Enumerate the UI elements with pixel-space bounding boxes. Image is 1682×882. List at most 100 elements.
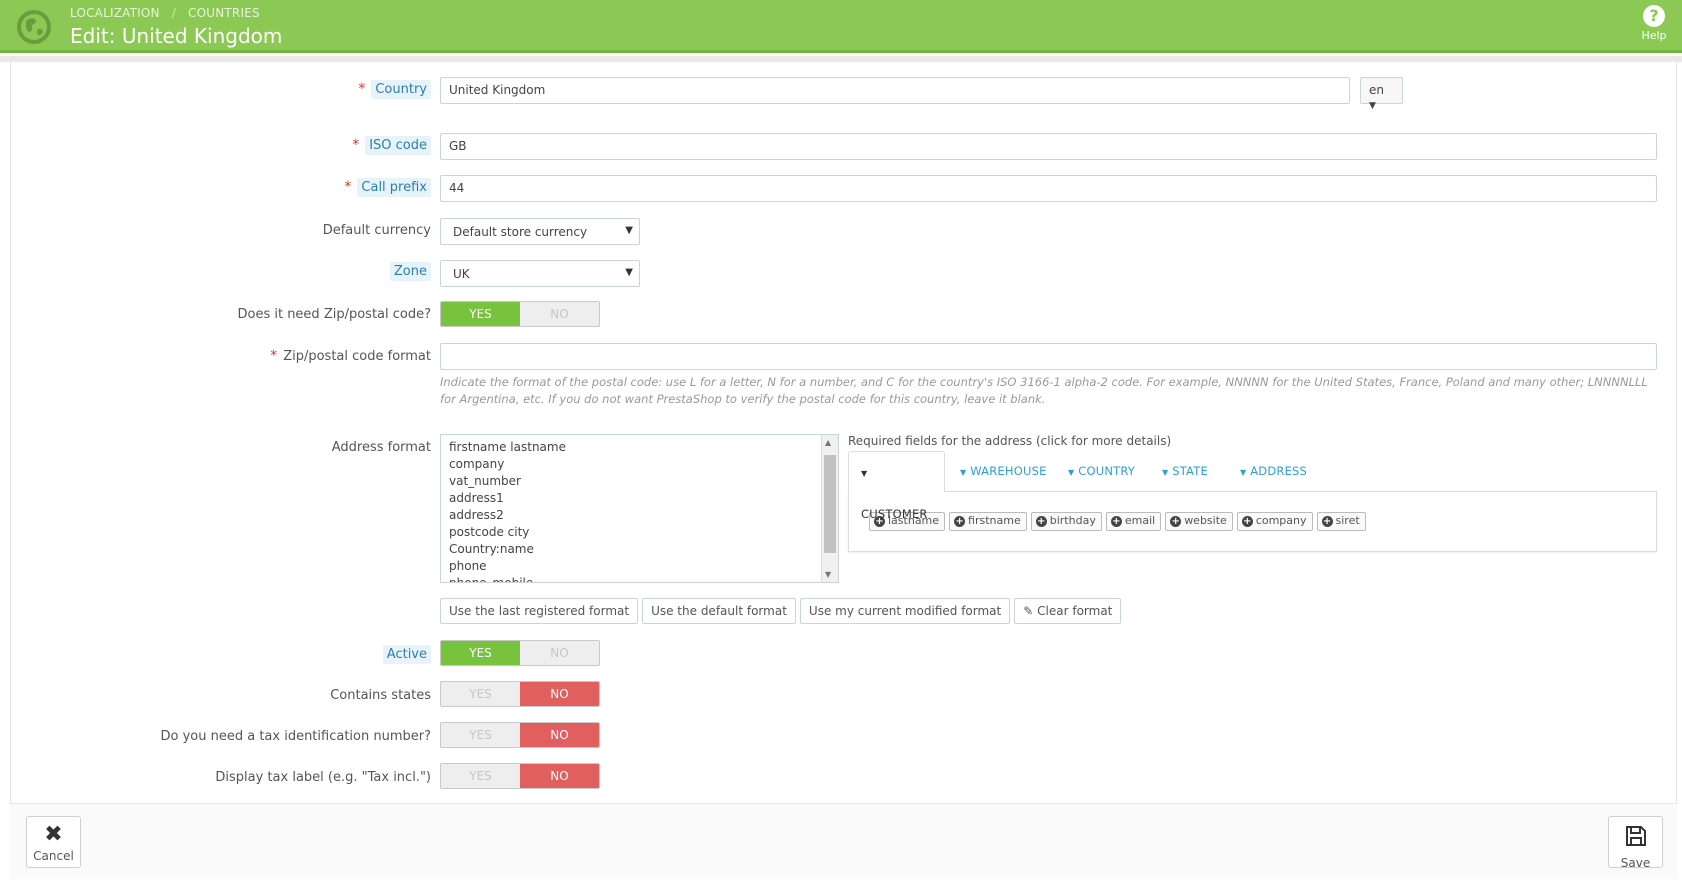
chip-label: siret bbox=[1335, 514, 1360, 527]
textarea-scrollbar[interactable]: ▲ ▼ bbox=[821, 435, 838, 582]
plus-circle-icon: + bbox=[1241, 516, 1253, 527]
plus-circle-icon: + bbox=[1321, 516, 1333, 527]
zip-format-input[interactable] bbox=[440, 343, 1657, 370]
tab-address-label: ADDRESS bbox=[1250, 464, 1308, 478]
tab-country[interactable]: ▼ COUNTRY bbox=[1056, 451, 1147, 491]
iso-code-label: * ISO code bbox=[352, 136, 431, 155]
chip-label: firstname bbox=[968, 514, 1021, 527]
breadcrumb-separator: / bbox=[171, 6, 176, 20]
zone-select[interactable]: UK ▼ bbox=[440, 260, 640, 287]
cancel-button[interactable]: ✖ Cancel bbox=[26, 816, 81, 868]
zip-format-label-text: Zip/postal code format bbox=[283, 349, 431, 364]
scroll-up-icon[interactable]: ▲ bbox=[825, 438, 831, 447]
default-currency-label: Default currency bbox=[322, 223, 431, 238]
active-switch[interactable]: YES NO bbox=[440, 640, 600, 666]
chip-website[interactable]: + website bbox=[1165, 512, 1233, 531]
chip-label: company bbox=[1255, 514, 1307, 527]
chip-birthday[interactable]: + birthday bbox=[1030, 512, 1102, 531]
cancel-label: Cancel bbox=[33, 849, 74, 863]
breadcrumb-localization[interactable]: LOCALIZATION bbox=[70, 6, 160, 20]
address-line: phone bbox=[449, 559, 487, 573]
language-select[interactable]: en ▼ bbox=[1360, 77, 1403, 111]
need-tax-id-no[interactable]: NO bbox=[520, 723, 599, 747]
contains-states-no[interactable]: NO bbox=[520, 682, 599, 706]
tab-warehouse[interactable]: ▼ WAREHOUSE bbox=[948, 451, 1059, 491]
need-tax-id-yes[interactable]: YES bbox=[441, 723, 520, 747]
customer-fields-body: +lastname +firstname +birthday +email +w… bbox=[848, 491, 1657, 552]
active-label: Active bbox=[382, 645, 431, 664]
contains-states-yes[interactable]: YES bbox=[441, 682, 520, 706]
breadcrumb-countries[interactable]: COUNTRIES bbox=[188, 6, 260, 20]
need-zip-yes[interactable]: YES bbox=[441, 302, 520, 326]
tab-state-label: STATE bbox=[1172, 464, 1208, 478]
call-prefix-label: * Call prefix bbox=[344, 178, 431, 197]
country-label-text[interactable]: Country bbox=[371, 80, 431, 99]
country-input[interactable]: United Kingdom bbox=[440, 77, 1350, 104]
use-default-format-button[interactable]: Use the default format bbox=[642, 598, 796, 624]
active-no[interactable]: NO bbox=[520, 641, 599, 665]
display-tax-label-yes[interactable]: YES bbox=[441, 764, 520, 788]
caret-down-icon: ▼ bbox=[861, 469, 868, 478]
tab-state[interactable]: ▼ STATE bbox=[1150, 451, 1220, 491]
clear-format-button[interactable]: ✎ Clear format bbox=[1014, 598, 1122, 624]
default-currency-value: Default store currency bbox=[453, 225, 588, 239]
caret-down-icon: ▼ bbox=[1240, 468, 1247, 477]
active-yes[interactable]: YES bbox=[441, 641, 520, 665]
chip-company[interactable]: + company bbox=[1236, 512, 1313, 531]
use-last-registered-format-button[interactable]: Use the last registered format bbox=[440, 598, 639, 624]
address-line: company bbox=[449, 457, 505, 471]
required-marker: * bbox=[270, 348, 278, 364]
save-button[interactable]: Save bbox=[1608, 816, 1663, 870]
zone-label-text[interactable]: Zone bbox=[389, 262, 431, 281]
floppy-disk-icon bbox=[1609, 821, 1662, 856]
call-prefix-label-text[interactable]: Call prefix bbox=[357, 178, 431, 197]
chip-email[interactable]: + email bbox=[1105, 512, 1162, 531]
tab-warehouse-label: WAREHOUSE bbox=[970, 464, 1047, 478]
caret-down-icon: ▼ bbox=[960, 468, 967, 477]
display-tax-label-switch[interactable]: YES NO bbox=[440, 763, 600, 789]
contains-states-switch[interactable]: YES NO bbox=[440, 681, 600, 707]
tab-customer-label: CUSTOMER bbox=[861, 507, 928, 521]
scrollbar-thumb[interactable] bbox=[824, 455, 836, 553]
display-tax-label-no[interactable]: NO bbox=[520, 764, 599, 788]
address-format-label: Address format bbox=[331, 440, 431, 455]
address-line: firstname lastname bbox=[449, 440, 566, 454]
address-line: address1 bbox=[449, 491, 504, 505]
form-footer: ✖ Cancel Save bbox=[10, 803, 1677, 879]
iso-code-input[interactable]: GB bbox=[440, 133, 1657, 160]
page-header: LOCALIZATION / COUNTRIES Edit: United Ki… bbox=[0, 0, 1682, 53]
caret-down-icon: ▼ bbox=[1068, 468, 1075, 477]
contains-states-label: Contains states bbox=[330, 688, 431, 703]
need-tax-id-switch[interactable]: YES NO bbox=[440, 722, 600, 748]
display-tax-label-label: Display tax label (e.g. "Tax incl.") bbox=[215, 770, 431, 785]
need-zip-switch[interactable]: YES NO bbox=[440, 301, 600, 327]
need-zip-no[interactable]: NO bbox=[520, 302, 599, 326]
iso-code-label-text[interactable]: ISO code bbox=[365, 136, 431, 155]
chip-label: email bbox=[1124, 514, 1156, 527]
zip-format-label: * Zip/postal code format bbox=[270, 348, 431, 364]
language-value: en bbox=[1369, 83, 1384, 97]
field-chips: +lastname +firstname +birthday +email +w… bbox=[869, 512, 1366, 531]
breadcrumb: LOCALIZATION / COUNTRIES bbox=[70, 6, 260, 20]
call-prefix-input[interactable]: 44 bbox=[440, 175, 1657, 202]
chip-firstname[interactable]: + firstname bbox=[949, 512, 1027, 531]
plus-circle-icon: + bbox=[954, 516, 966, 527]
help-button[interactable]: ? Help bbox=[1634, 5, 1674, 42]
globe-icon bbox=[17, 10, 51, 44]
tab-customer[interactable]: ▼ CUSTOMER bbox=[848, 451, 945, 521]
chip-label: website bbox=[1184, 514, 1227, 527]
caret-down-icon: ▼ bbox=[1369, 101, 1376, 111]
caret-down-icon: ▼ bbox=[625, 225, 633, 236]
tab-address[interactable]: ▼ ADDRESS bbox=[1228, 451, 1319, 491]
eraser-icon: ✎ bbox=[1023, 604, 1034, 618]
zip-format-help: Indicate the format of the postal code: … bbox=[440, 375, 1648, 406]
plus-circle-icon: + bbox=[1170, 516, 1182, 527]
address-format-textarea[interactable]: firstname lastname company vat_number ad… bbox=[440, 434, 839, 583]
chip-siret[interactable]: + siret bbox=[1316, 512, 1366, 531]
scroll-down-icon[interactable]: ▼ bbox=[825, 570, 831, 579]
default-currency-select[interactable]: Default store currency ▼ bbox=[440, 218, 640, 245]
active-label-text[interactable]: Active bbox=[382, 645, 431, 664]
close-icon: ✖ bbox=[44, 822, 63, 847]
required-fields-title: Required fields for the address (click f… bbox=[848, 434, 1172, 448]
use-current-modified-format-button[interactable]: Use my current modified format bbox=[799, 598, 1011, 624]
